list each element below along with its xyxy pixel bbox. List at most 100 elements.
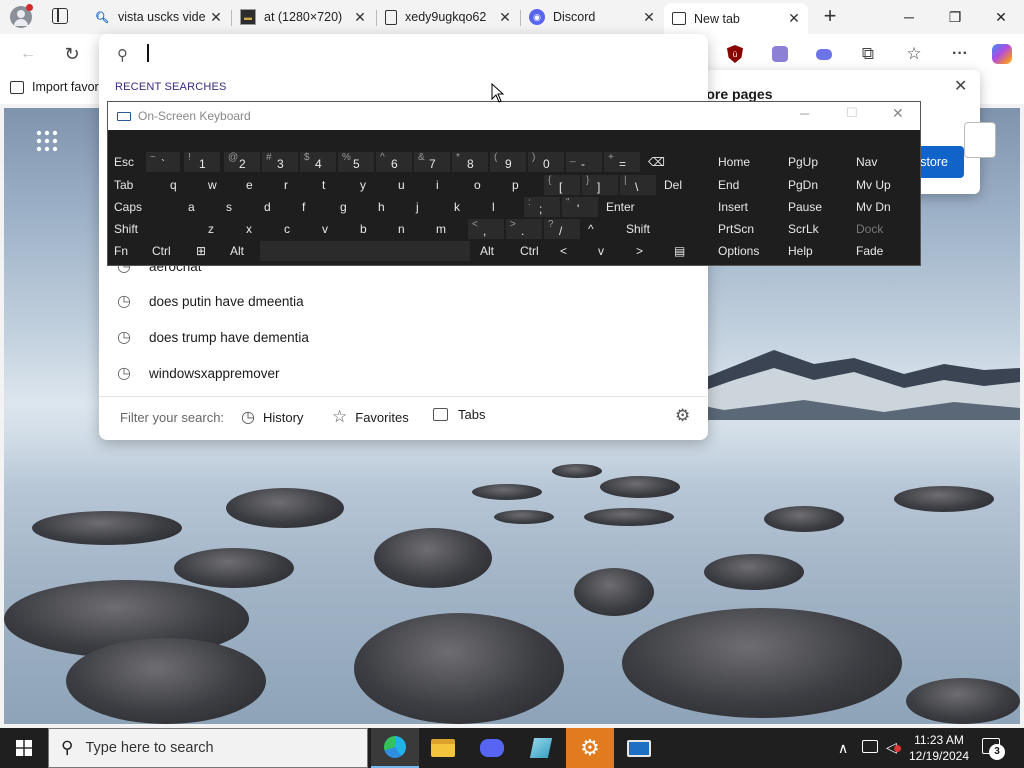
extension-icon[interactable]: [764, 38, 796, 70]
osk-nav-key[interactable]: Options: [712, 241, 778, 261]
osk-key[interactable]: ^ 6: [376, 152, 412, 172]
osk-key[interactable]: Shift: [620, 219, 706, 239]
osk-key[interactable]: ⊞: [190, 241, 224, 261]
osk-key[interactable]: $4: [300, 152, 336, 172]
tab-3[interactable]: ◉ Discord ✕: [521, 3, 663, 31]
osk-nav-key[interactable]: PgDn: [782, 175, 848, 195]
more-icon[interactable]: ···: [944, 38, 976, 70]
osk-key[interactable]: x: [240, 219, 276, 239]
osk-key[interactable]: l: [486, 197, 522, 217]
osk-key[interactable]: h: [372, 197, 408, 217]
osk-key[interactable]: t: [316, 175, 352, 195]
osk-key[interactable]: ~ `: [146, 152, 180, 172]
osk-key[interactable]: k: [448, 197, 484, 217]
osk-key[interactable]: % 5: [338, 152, 374, 172]
osk-key[interactable]: :;: [524, 197, 560, 217]
osk-key[interactable]: <,: [468, 219, 504, 239]
recent-search-item[interactable]: ◷ does trump have dementia: [99, 319, 708, 355]
tab-actions-icon[interactable]: [52, 8, 68, 24]
settings-icon[interactable]: ⚙: [566, 728, 614, 768]
notepad-icon[interactable]: [517, 728, 565, 768]
osk-key[interactable]: Alt: [224, 241, 258, 261]
copilot-icon[interactable]: [986, 38, 1018, 70]
osk-nav-key[interactable]: Nav: [850, 152, 920, 172]
osk-minimize-icon[interactable]: ─: [800, 106, 809, 121]
tab-4-active[interactable]: New tab ✕: [664, 3, 808, 34]
profile-avatar[interactable]: [10, 4, 33, 28]
taskbar-search-box[interactable]: ⚲ Type here to search: [48, 728, 368, 768]
osk-key[interactable]: Ctrl: [514, 241, 550, 261]
osk-maximize-icon[interactable]: ☐: [846, 105, 858, 121]
address-input[interactable]: [143, 42, 683, 66]
clock[interactable]: 11:23 AM 12/19/2024: [904, 732, 974, 764]
osk-key[interactable]: ^: [582, 219, 618, 239]
show-hidden-icons-chevron-icon[interactable]: ∧: [838, 740, 848, 757]
osk-nav-key[interactable]: Fade: [850, 241, 920, 261]
osk-key[interactable]: + =: [604, 152, 640, 172]
osk-key[interactable]: f: [296, 197, 332, 217]
filter-tabs-button[interactable]: Tabs: [433, 407, 485, 422]
osk-key[interactable]: p: [506, 175, 542, 195]
apps-grid-icon[interactable]: [36, 130, 58, 152]
tab-close-icon[interactable]: ✕: [497, 9, 513, 26]
filter-favorites-button[interactable]: ☆ Favorites: [332, 407, 409, 427]
osk-key[interactable]: Ctrl: [146, 241, 196, 261]
close-window-icon[interactable]: ✕: [978, 0, 1024, 34]
osk-key[interactable]: " ': [562, 197, 598, 217]
osk-key[interactable]: a: [182, 197, 218, 217]
osk-nav-key[interactable]: Mv Up: [850, 175, 920, 195]
file-explorer-icon[interactable]: [419, 728, 467, 768]
settings-gear-icon[interactable]: ⚙: [675, 406, 690, 426]
favorites-icon[interactable]: ☆: [898, 38, 930, 70]
osk-key[interactable]: _ -: [566, 152, 602, 172]
osk-key[interactable]: <: [554, 241, 590, 261]
recent-search-item[interactable]: ◷ windowsxappremover: [99, 355, 708, 391]
network-icon[interactable]: [862, 740, 878, 753]
start-button[interactable]: [0, 728, 48, 768]
restore-window-icon[interactable]: ❐: [932, 0, 978, 34]
edge-icon[interactable]: [371, 728, 419, 768]
osk-key[interactable]: Tab: [108, 175, 160, 195]
osk-key[interactable]: Caps: [108, 197, 178, 217]
osk-key[interactable]: s: [220, 197, 256, 217]
osk-key[interactable]: m: [430, 219, 466, 239]
osk-key[interactable]: r: [278, 175, 314, 195]
osk-nav-key[interactable]: Mv Dn: [850, 197, 920, 217]
osk-key[interactable]: b: [354, 219, 390, 239]
new-tab-plus-icon[interactable]: +: [818, 5, 842, 29]
osk-nav-key[interactable]: Pause: [782, 197, 848, 217]
osk-key[interactable]: w: [202, 175, 238, 195]
osk-key[interactable]: | \: [620, 175, 656, 195]
osk-nav-key[interactable]: ScrLk: [782, 219, 848, 239]
osk-nav-key[interactable]: Help: [782, 241, 848, 261]
puzzle-icon[interactable]: ⧉: [852, 38, 884, 70]
osk-key[interactable]: ▤: [668, 241, 706, 261]
tab-0[interactable]: 🔍︎ vista uscks vide ✕: [86, 3, 230, 31]
discord-icon[interactable]: [468, 728, 516, 768]
tab-2[interactable]: xedy9ugkqo62 ✕: [377, 3, 519, 31]
osk-key[interactable]: {[: [544, 175, 580, 195]
tab-close-icon[interactable]: ✕: [641, 9, 657, 26]
notification-center-icon[interactable]: 3: [982, 738, 1005, 760]
osk-key[interactable]: c: [278, 219, 314, 239]
osk-key[interactable]: [260, 241, 470, 261]
osk-key[interactable]: v: [592, 241, 628, 261]
osk-key[interactable]: n: [392, 219, 428, 239]
discord-extension-icon[interactable]: [808, 38, 840, 70]
osk-key[interactable]: }]: [582, 175, 618, 195]
osk-key[interactable]: Del: [658, 175, 706, 195]
osk-key[interactable]: e: [240, 175, 276, 195]
volume-muted-icon[interactable]: ◁: [886, 739, 901, 756]
osk-nav-key[interactable]: PgUp: [782, 152, 848, 172]
osk-key[interactable]: i: [430, 175, 466, 195]
osk-key[interactable]: o: [468, 175, 504, 195]
osk-key[interactable]: >.: [506, 219, 542, 239]
osk-key[interactable]: q: [164, 175, 200, 195]
osk-key[interactable]: * 8: [452, 152, 488, 172]
osk-nav-key[interactable]: PrtScn: [712, 219, 778, 239]
import-favorites-link[interactable]: Import favor: [10, 80, 99, 94]
osk-key[interactable]: @2: [224, 152, 260, 172]
refresh-icon[interactable]: ↻: [56, 38, 88, 70]
osk-key[interactable]: >: [630, 241, 666, 261]
restore-secondary-button[interactable]: [964, 122, 996, 158]
